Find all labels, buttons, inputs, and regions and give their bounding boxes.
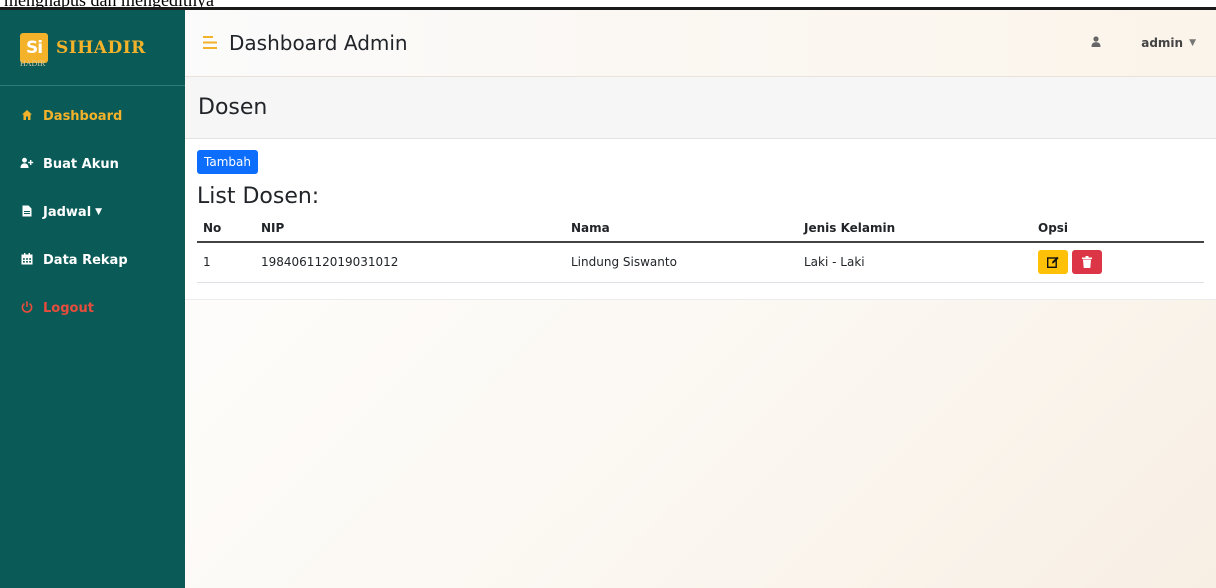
main-area: Dashboard Admin admin ▼ Dosen Tambah Lis… [185,10,1216,588]
cell-jenis-kelamin: Laki - Laki [798,242,1032,283]
sidebar-item-label: Dashboard [43,108,123,124]
brand-logo: Si [20,32,48,63]
edit-button[interactable] [1038,250,1068,274]
column-header-jenis-kelamin: Jenis Kelamin [798,215,1032,243]
cell-opsi [1032,242,1204,283]
user-name[interactable]: admin [1141,36,1183,50]
content-card: Tambah List Dosen: No NIP Nama Jenis Kel… [185,139,1216,300]
sidebar-item-buat-akun[interactable]: Buat Akun [0,152,185,176]
add-dosen-button[interactable]: Tambah [197,150,258,174]
list-title: List Dosen: [197,184,320,209]
cell-nama: Lindung Siswanto [565,242,798,283]
column-header-nip: NIP [255,215,565,243]
row-actions [1038,250,1198,274]
sidebar-item-label: Jadwal [43,204,92,220]
brand-logo-text: Si [25,37,43,58]
user-plus-icon [20,157,34,172]
delete-button[interactable] [1072,250,1102,274]
page: mengnapus dan mengeditnya Si SIHADIR HAD… [0,0,1216,588]
column-header-opsi: Opsi [1032,215,1204,243]
page-title: Dosen [198,95,268,120]
table-header-row: No NIP Nama Jenis Kelamin Opsi [197,215,1204,243]
trash-icon [1082,256,1092,268]
power-icon [20,300,34,316]
calendar-icon [20,252,34,268]
sidebar-item-dashboard[interactable]: Dashboard [0,104,185,128]
user-menu[interactable]: admin ▼ [1091,10,1196,76]
sidebar-item-label: Buat Akun [43,156,119,172]
menu-toggle-icon[interactable] [203,34,217,53]
chevron-down-icon: ▼ [95,207,103,217]
chevron-down-icon: ▼ [1189,38,1196,48]
app-window: Si SIHADIR HADIR Dashboard Buat Akun Jad… [0,10,1216,588]
sidebar-item-label: Data Rekap [43,252,128,268]
dosen-table: No NIP Nama Jenis Kelamin Opsi 1 1984061… [197,215,1204,283]
sidebar-item-data-rekap[interactable]: Data Rekap [0,248,185,272]
home-icon [20,109,34,124]
sidebar-item-label: Logout [43,300,94,316]
edit-icon [1047,256,1059,268]
brand-logo-subtext: HADIR [20,59,46,68]
sidebar-item-jadwal[interactable]: Jadwal ▼ [0,200,185,224]
brand[interactable]: Si SIHADIR HADIR [0,10,185,86]
sidebar: Si SIHADIR HADIR Dashboard Buat Akun Jad… [0,10,185,588]
cell-nip: 198406112019031012 [255,242,565,283]
topbar: Dashboard Admin admin ▼ [185,10,1216,77]
page-header: Dosen [185,77,1216,139]
column-header-no: No [197,215,255,243]
file-icon [20,205,34,220]
sidebar-nav: Dashboard Buat Akun Jadwal ▼ Data Rekap … [0,104,185,320]
cell-no: 1 [197,242,255,283]
brand-name: SIHADIR [56,37,146,58]
user-icon [1091,36,1101,50]
topbar-title: Dashboard Admin [229,31,408,55]
column-header-nama: Nama [565,215,798,243]
table-row: 1 198406112019031012 Lindung Siswanto La… [197,242,1204,283]
sidebar-item-logout[interactable]: Logout [0,296,185,320]
